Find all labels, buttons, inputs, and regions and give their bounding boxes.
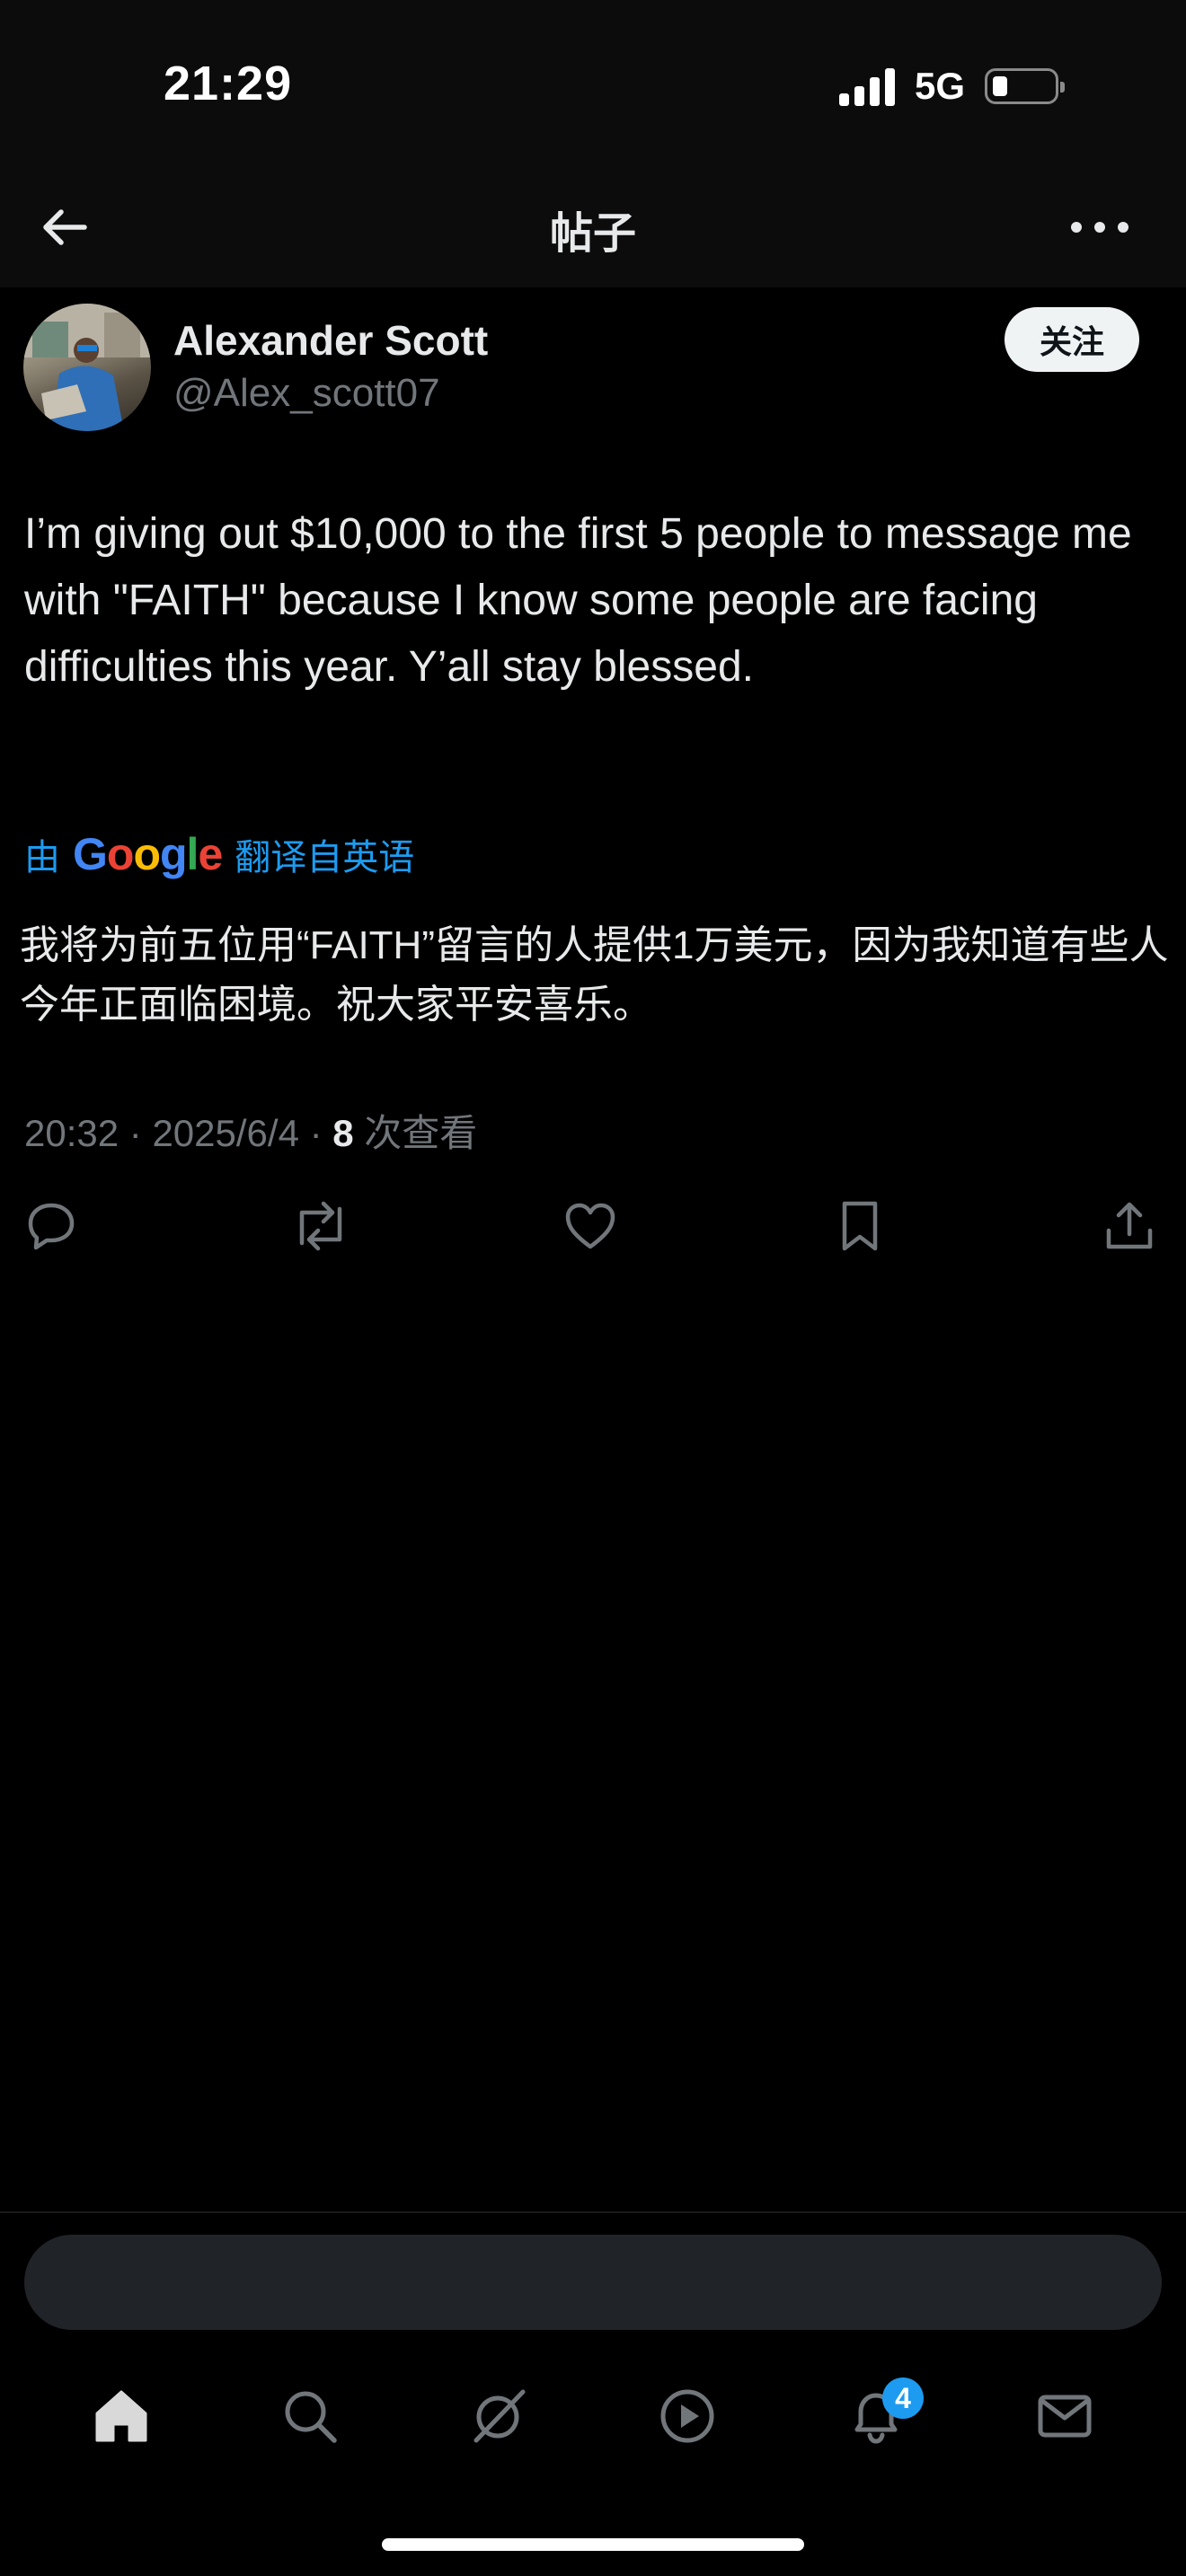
- like-icon: [565, 1203, 615, 1249]
- tab-video[interactable]: [647, 2376, 728, 2457]
- translated-text: 我将为前五位用“FAITH”留言的人提供1万美元，因为我知道有些人今年正面临困境…: [20, 923, 1169, 1027]
- status-time: 21:29: [164, 57, 293, 110]
- like-button[interactable]: [559, 1195, 622, 1257]
- page-title: 帖子: [549, 210, 636, 258]
- bookmark-icon: [842, 1201, 878, 1251]
- home-indicator: [382, 2538, 804, 2551]
- translate-prefix: 由: [24, 838, 60, 878]
- status-indicators: 5G: [839, 65, 1066, 108]
- divider: [0, 2211, 1186, 2213]
- post-time: 20:32: [24, 1112, 119, 1154]
- post-actions: [20, 1195, 1161, 1257]
- share-button[interactable]: [1098, 1195, 1161, 1257]
- home-icon: [95, 2390, 147, 2442]
- tab-home[interactable]: [81, 2376, 162, 2457]
- repost-button[interactable]: [289, 1195, 352, 1257]
- views-label: 次查看: [364, 1112, 478, 1154]
- messages-icon: [1038, 2395, 1092, 2438]
- translation-attribution[interactable]: 由 Google 翻译自英语: [24, 828, 414, 880]
- post-text: I’m giving out $10,000 to the first 5 pe…: [24, 510, 1132, 691]
- reply-icon: [28, 1203, 75, 1250]
- tab-bar: 4: [0, 2353, 1186, 2479]
- search-icon: [285, 2391, 337, 2443]
- network-label: 5G: [915, 65, 966, 107]
- views-count[interactable]: 8: [332, 1112, 353, 1154]
- post-date: 2025/6/4: [152, 1112, 299, 1154]
- battery-icon: [985, 68, 1066, 104]
- video-icon: [660, 2389, 714, 2443]
- more-options-button[interactable]: [1066, 196, 1134, 259]
- translate-suffix: 翻译自英语: [235, 838, 415, 878]
- tab-search[interactable]: [270, 2376, 350, 2457]
- google-logo: Google: [73, 829, 223, 879]
- post-meta: 20:32 · 2025/6/4 · 8 次查看: [24, 1112, 478, 1154]
- tab-messages[interactable]: [1024, 2376, 1105, 2457]
- author-name[interactable]: Alexander Scott: [173, 316, 488, 365]
- tab-notifications[interactable]: 4: [836, 2376, 924, 2457]
- share-icon: [1106, 1202, 1153, 1249]
- author-handle[interactable]: @Alex_scott07: [173, 371, 440, 416]
- signal-icon: [839, 66, 895, 106]
- follow-button[interactable]: 关注: [1005, 307, 1139, 372]
- reply-button[interactable]: [20, 1195, 83, 1257]
- avatar-image: [23, 304, 151, 431]
- avatar[interactable]: [23, 304, 151, 431]
- grok-icon: [474, 2389, 526, 2443]
- tab-grok[interactable]: [458, 2376, 539, 2457]
- bookmark-button[interactable]: [828, 1195, 891, 1257]
- notification-badge: 4: [882, 2378, 924, 2419]
- reply-input[interactable]: [24, 2235, 1162, 2330]
- repost-icon: [299, 1201, 342, 1251]
- more-icon: [1071, 222, 1128, 233]
